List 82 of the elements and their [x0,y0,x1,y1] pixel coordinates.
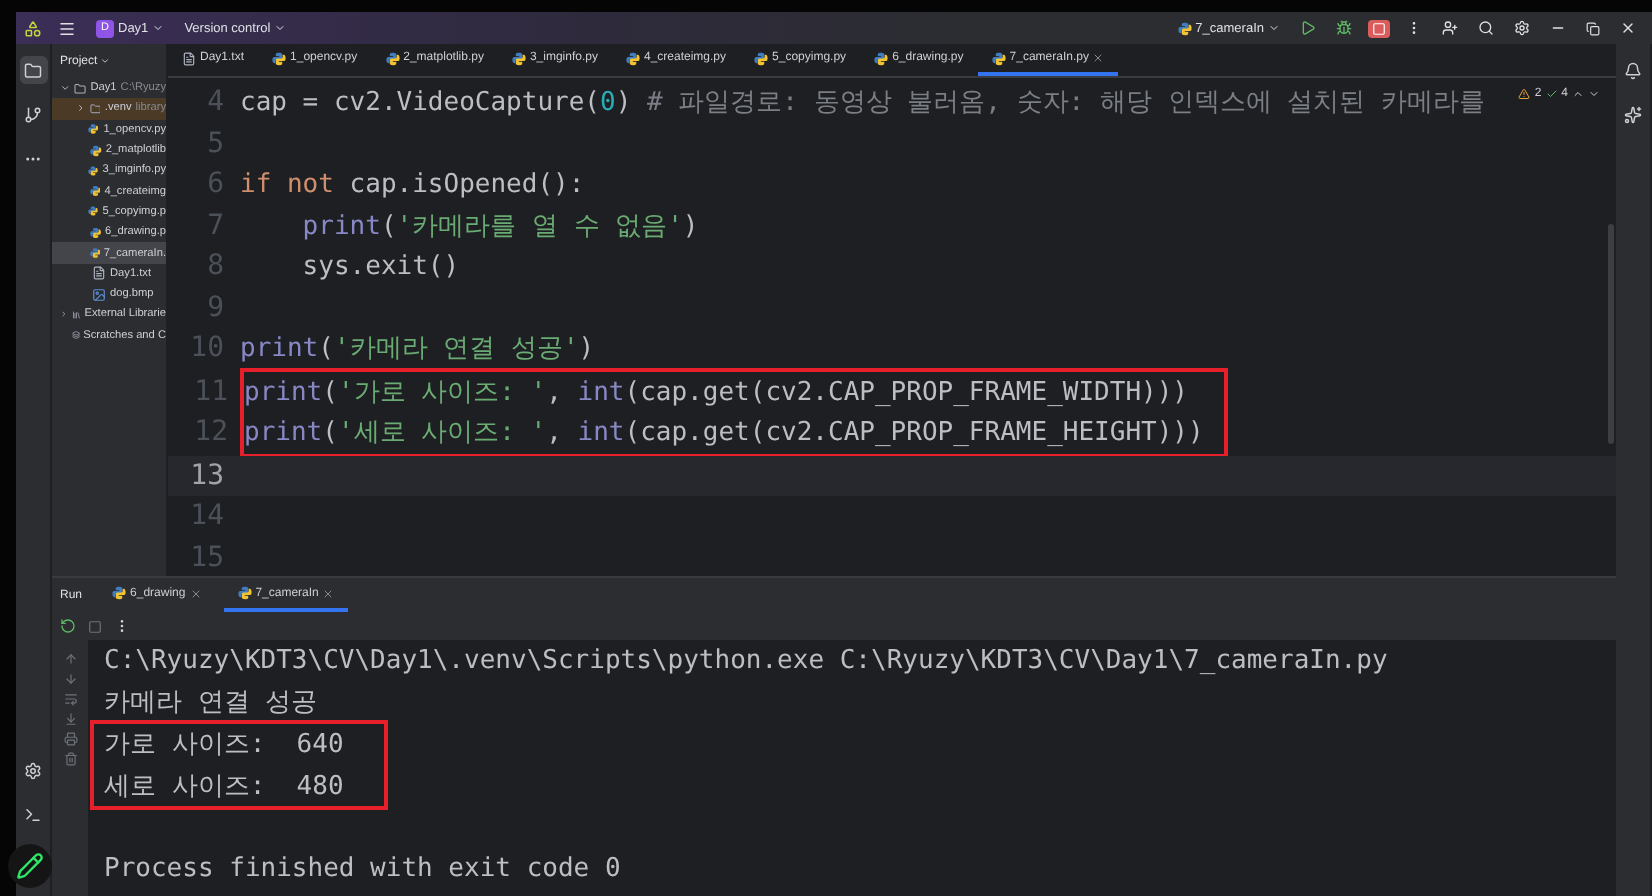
text-file-icon [182,51,196,65]
previous-icon[interactable] [1572,88,1584,100]
structure-icon [24,105,42,123]
python-file-icon [626,51,640,65]
python-file-icon [874,51,889,65]
close-icon[interactable] [1092,52,1105,64]
code-line: print('카메라 연결 성공') [240,332,595,367]
console-line: 가로 사이즈: 640 [104,728,344,765]
line-number: 13 [188,459,226,492]
trash-icon[interactable] [63,752,77,766]
code-line: print('카메라를 열 수 없음') [300,209,699,244]
next-icon[interactable] [1588,88,1600,100]
sparkle-icon [1624,105,1642,123]
rerun-icon[interactable] [60,618,76,634]
python-file-icon [112,586,127,600]
caret-icon [99,56,110,66]
scroll-to-end-icon[interactable] [63,712,77,726]
code-line: cap = cv2.VideoCapture(0) # 파일경로: 동영상 불러옴, 숫자: 해당 인덱스에 설치된 카메라를 [240,86,1485,121]
search-button[interactable] [1474,18,1498,38]
close-icon [1620,20,1636,36]
python-file-icon [511,51,526,65]
settings-button[interactable] [1510,18,1534,38]
bell-icon [1624,61,1642,79]
caret-icon [274,22,287,34]
console-line: C:\Ryuzy\KDT3\CV\Day1\.venv\Scripts\python.exe C:\Ryuzy\KDT3\CV\Day1\7_cameraIn.py [104,643,1390,680]
python-file-icon [90,143,102,158]
console-line: 카메라 연결 성공 [104,685,320,722]
code-line: if not cap.isOpened(): [240,169,585,200]
folder-icon [74,81,87,96]
arrow-up-icon[interactable] [63,652,77,666]
python-file-icon [754,51,769,65]
python-file-icon [89,184,101,199]
text-file-icon [92,266,106,281]
bug-icon [1336,20,1352,36]
python-file-icon [991,51,1006,65]
close-icon[interactable] [322,587,335,599]
warning-icon [1518,88,1531,100]
code-line: sys.exit() [300,251,460,282]
restore-icon [1586,21,1600,35]
code-line: print('가로 사이즈: ', int(cap.get(cv2.CAP_PROP_FRAME_WIDTH))) [244,375,1189,410]
python-file-icon [89,225,102,240]
pencil-icon[interactable] [7,844,51,888]
stop-icon [1372,21,1386,35]
play-icon [1300,20,1316,36]
terminal-icon [24,805,42,823]
caret-down-icon[interactable] [60,82,71,95]
code-line: print('세로 사이즈: ', int(cap.get(cv2.CAP_PROP_FRAME_HEIGHT))) [244,416,1204,451]
python-file-icon [88,204,99,219]
close-icon[interactable] [189,587,202,599]
arrow-down-icon[interactable] [63,672,77,686]
app-icon [24,19,42,37]
caret-icon [152,22,165,34]
stop-icon[interactable] [88,619,102,633]
printer-icon[interactable] [63,732,77,746]
debug-button[interactable] [1332,18,1356,38]
check-icon [1545,88,1558,100]
python-file-icon [89,246,100,261]
caret-icon [1268,22,1280,34]
folder-icon [24,61,42,79]
library-icon [71,307,81,322]
stop-button[interactable] [1368,19,1390,37]
main-menu-button[interactable] [54,17,80,39]
user-plus-icon [1442,20,1458,36]
python-file-icon [88,163,99,178]
python-file-icon [88,122,100,137]
python-file-icon [385,51,400,65]
console-line: Process finished with exit code 0 [104,851,623,888]
python-file-icon [272,51,287,65]
python-file-icon [1177,21,1192,35]
menu-icon [58,19,76,37]
settings-icon [1514,20,1530,36]
gear-icon [24,761,42,779]
python-file-icon [237,586,252,600]
project-tool-button[interactable] [19,56,47,84]
soft-wrap-icon[interactable] [63,692,77,706]
restore-button[interactable] [1582,19,1604,37]
console-line: 세로 사이즈: 480 [104,769,344,806]
image-file-icon [92,287,106,302]
layers-icon [71,328,80,343]
folder-icon [89,101,101,116]
add-user-button[interactable] [1438,18,1462,38]
search-icon [1478,20,1494,36]
